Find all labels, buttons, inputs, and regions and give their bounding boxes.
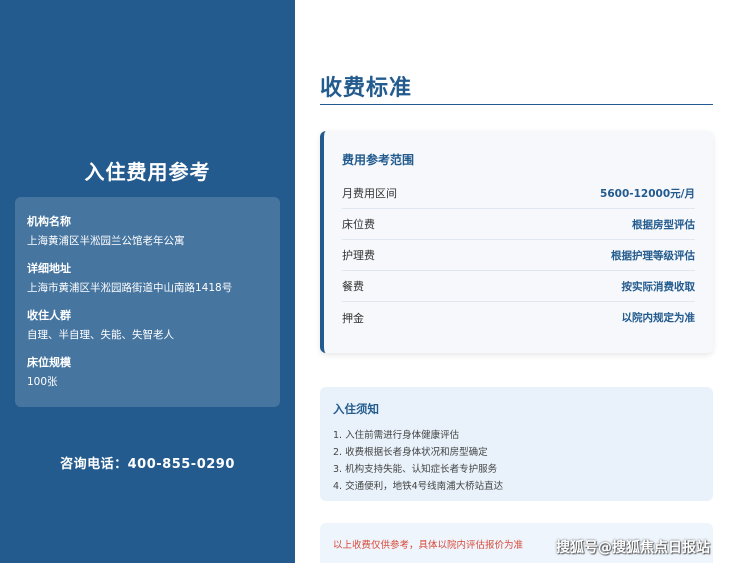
info-group-residents: 收住人群 自理、半自理、失能、失智老人 — [27, 307, 268, 342]
notice-item: 3. 机构支持失能、认知症长者专护服务 — [333, 464, 498, 475]
fee-value: 以院内规定为准 — [621, 312, 696, 324]
fee-range-card: 费用参考范围 月费用区间 5600-12000元/月 床位费 根据房型评估 护理… — [320, 131, 713, 353]
page-title: 收费标准 — [320, 76, 413, 101]
fee-label: 护理费 — [342, 249, 375, 262]
sidebar-title: 入住费用参考 — [84, 160, 211, 184]
info-label: 机构名称 — [27, 215, 71, 228]
info-group-address: 详细地址 上海市黄浦区半淞园路街道中山南路1418号 — [27, 260, 268, 295]
fee-value: 根据房型评估 — [632, 218, 695, 231]
fee-row: 床位费 根据房型评估 — [342, 209, 695, 240]
fee-label: 床位费 — [342, 218, 375, 231]
info-value: 100张 — [27, 376, 58, 388]
title-divider — [320, 104, 713, 105]
fee-label: 押金 — [342, 311, 364, 325]
contact-phone: 咨询电话：400-855-0290 — [60, 457, 235, 472]
info-group-name: 机构名称 上海黄浦区半淞园兰公馆老年公寓 — [27, 213, 268, 248]
notice-item: 1. 入住前需进行身体健康评估 — [333, 430, 460, 441]
institution-info-card: 机构名称 上海黄浦区半淞园兰公馆老年公寓 详细地址 上海市黄浦区半淞园路街道中山… — [15, 197, 280, 407]
fee-value: 5600-12000元/月 — [600, 187, 695, 200]
fee-value: 根据护理等级评估 — [611, 249, 695, 262]
info-label: 床位规模 — [27, 356, 71, 369]
sidebar-panel: 入住费用参考 机构名称 上海黄浦区半淞园兰公馆老年公寓 详细地址 上海市黄浦区半… — [0, 0, 295, 563]
fee-value: 按实际消费收取 — [621, 280, 696, 293]
fee-row: 餐费 按实际消费收取 — [342, 271, 695, 302]
info-value: 自理、半自理、失能、失智老人 — [27, 329, 174, 341]
fee-label: 月费用区间 — [342, 187, 397, 200]
fee-row: 押金 以院内规定为准 — [342, 302, 695, 333]
admission-notice-card: 入住须知 1. 入住前需进行身体健康评估 2. 收费根据长者身体状况和房型确定 … — [320, 387, 713, 501]
fee-row: 护理费 根据护理等级评估 — [342, 240, 695, 271]
notice-title: 入住须知 — [333, 402, 379, 416]
info-value: 上海市黄浦区半淞园路街道中山南路1418号 — [27, 282, 233, 294]
notice-item: 4. 交通便利，地铁4号线南浦大桥站直达 — [333, 481, 504, 492]
notice-item: 2. 收费根据长者身体状况和房型确定 — [333, 447, 488, 458]
info-group-beds: 床位规模 100张 — [27, 354, 268, 389]
info-value: 上海黄浦区半淞园兰公馆老年公寓 — [27, 235, 185, 247]
fee-card-title: 费用参考范围 — [342, 153, 415, 167]
info-label: 详细地址 — [27, 262, 71, 275]
watermark: 搜狐号@搜狐焦点日报站 — [556, 540, 710, 556]
fee-label: 餐费 — [342, 280, 364, 293]
fee-row: 月费用区间 5600-12000元/月 — [342, 178, 695, 209]
info-label: 收住人群 — [27, 309, 71, 322]
